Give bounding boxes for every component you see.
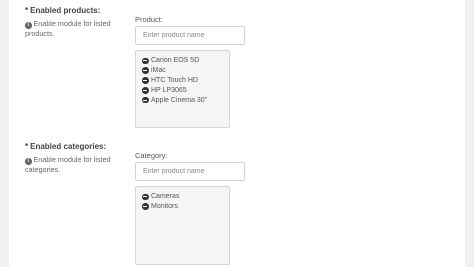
minus-circle-icon[interactable] <box>142 193 149 201</box>
category-name: Monitors <box>151 203 178 211</box>
minus-circle-icon[interactable] <box>142 96 149 104</box>
product-name: Apple Cinema 30" <box>151 96 208 104</box>
minus-circle-icon[interactable] <box>142 203 149 210</box>
category-list-item: Cameras <box>142 192 223 202</box>
product-list-item: HTC Touch HD <box>142 76 223 86</box>
minus-circle-icon[interactable] <box>142 77 149 84</box>
enabled-products-group: * Enabled products: i Enable module for li… <box>9 0 465 130</box>
product-name: iMac <box>151 67 166 75</box>
product-list: Canon EOS 5D iMac HTC Touch HD HP LP3065… <box>135 50 230 128</box>
product-list-item: Apple Cinema 30" <box>142 95 223 105</box>
product-list-item: Canon EOS 5D <box>142 56 223 66</box>
product-name: HTC Touch HD <box>151 76 198 84</box>
minus-circle-icon[interactable] <box>142 87 149 94</box>
minus-circle-icon[interactable] <box>142 67 149 74</box>
enabled-categories-group: * Enabled categories: i Enable module for … <box>9 137 465 267</box>
enabled-categories-help: i Enable module for listed categories. <box>25 155 125 174</box>
category-list: Cameras Monitors <box>135 186 230 265</box>
enabled-products-help: i Enable module for listed products. <box>25 19 125 38</box>
product-name: HP LP3065 <box>151 86 187 94</box>
category-list-item: Monitors <box>142 202 223 212</box>
category-field-column: Category: Cameras Monitors <box>135 151 247 265</box>
settings-panel: * Enabled products: i Enable module for li… <box>9 0 465 267</box>
required-mark: * <box>25 6 29 15</box>
enabled-categories-label-text: Enabled categories: <box>30 142 107 151</box>
product-field-column: Product: Canon EOS 5D iMac HTC Touch HD … <box>135 15 247 128</box>
category-search-input[interactable] <box>135 162 245 181</box>
product-field-label: Product: <box>135 15 163 24</box>
enabled-products-label-text: Enabled products: <box>30 6 101 15</box>
minus-circle-icon[interactable] <box>142 57 149 65</box>
enabled-products-help-text: Enable module for listed products. <box>25 19 111 38</box>
product-name: Canon EOS 5D <box>151 57 200 65</box>
enabled-categories-label-column: * Enabled categories: i Enable module for … <box>25 142 125 174</box>
category-field-label: Category: <box>135 151 168 160</box>
product-list-item: HP LP3065 <box>142 85 223 95</box>
product-list-item: iMac <box>142 66 223 76</box>
enabled-products-label-column: * Enabled products: i Enable module for li… <box>25 6 125 38</box>
required-mark: * <box>25 142 29 151</box>
enabled-products-label: * Enabled products: <box>25 6 125 15</box>
product-search-input[interactable] <box>135 26 245 45</box>
enabled-categories-label: * Enabled categories: <box>25 142 125 151</box>
category-name: Cameras <box>151 193 180 201</box>
enabled-categories-help-text: Enable module for listed categories. <box>25 155 111 174</box>
